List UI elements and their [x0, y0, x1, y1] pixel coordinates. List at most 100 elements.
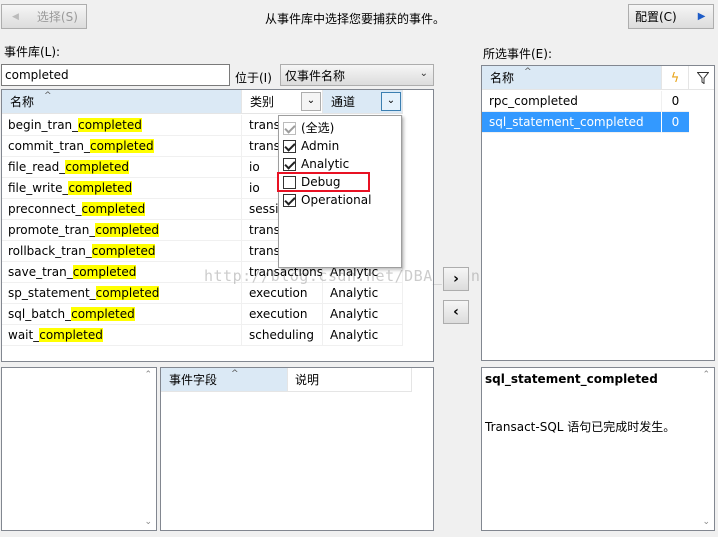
debug-highlight-box	[277, 172, 370, 192]
channel-filter-item[interactable]: (全选)	[283, 119, 334, 137]
toolbar-left-arrow-icon: ◀	[12, 11, 19, 22]
search-match-highlight: completed	[89, 139, 154, 153]
sort-ascending-icon: ^	[44, 91, 52, 101]
chevron-down-icon: ⌄	[419, 68, 428, 79]
chevron-right-icon: ›	[453, 271, 459, 287]
event-channel-cell: Analytic	[323, 304, 403, 325]
table-row[interactable]: sp_statement_completed execution Analytic	[2, 283, 403, 304]
search-match-highlight: completed	[65, 160, 129, 174]
name-column-label: 名称	[10, 95, 35, 109]
search-match-highlight: completed	[39, 328, 103, 342]
event-name-prefix: save_tran_	[8, 265, 73, 279]
channel-filter-item[interactable]: Admin	[283, 137, 339, 155]
selected-events-label: 所选事件(E):	[483, 47, 552, 61]
event-field-column-header[interactable]: 事件字段 ^	[161, 368, 288, 392]
sort-ascending-icon: ^	[524, 67, 532, 77]
table-row[interactable]: sql_batch_completed execution Analytic	[2, 304, 403, 325]
event-name-cell: begin_tran_completed	[2, 115, 242, 136]
name-column-header[interactable]: 名称 ^	[2, 90, 242, 114]
event-name-prefix: begin_tran_	[8, 118, 79, 132]
scroll-up-icon[interactable]: ⌃	[702, 370, 710, 380]
search-match-highlight: completed	[95, 286, 160, 300]
channel-filter-item[interactable]: Operational	[283, 191, 371, 209]
event-search-value: completed	[5, 68, 69, 82]
event-name-prefix: file_read_	[8, 160, 66, 174]
event-name-cell: rollback_tran_completed	[2, 241, 242, 262]
channel-column-header[interactable]: 通道 ⌄	[323, 90, 403, 114]
scroll-up-icon[interactable]: ⌃	[144, 370, 152, 380]
event-name-prefix: wait_	[8, 328, 40, 342]
selected-event-action-count: 0	[662, 112, 689, 133]
event-name-cell: file_write_completed	[2, 178, 242, 199]
selected-event-row[interactable]: rpc_completed 0	[482, 91, 689, 112]
event-details-panel: sql_statement_completed Transact-SQL 语句已…	[481, 367, 715, 531]
event-name-prefix: sql_batch_	[8, 307, 72, 321]
details-description: Transact-SQL 语句已完成时发生。	[485, 420, 676, 434]
event-fields-panel: 事件字段 ^ 说明	[160, 367, 434, 531]
channel-filter-item[interactable]: Analytic	[283, 155, 349, 173]
description-column-header[interactable]: 说明	[288, 368, 412, 392]
checkbox[interactable]	[283, 139, 296, 153]
sort-ascending-icon: ^	[231, 369, 239, 379]
selected-name-column-header[interactable]: 名称 ^	[482, 66, 662, 90]
scroll-down-icon[interactable]: ⌄	[702, 517, 710, 527]
search-match-highlight: completed	[71, 307, 135, 321]
table-row[interactable]: wait_completed scheduling Analytic	[2, 325, 403, 346]
channel-filter-button[interactable]: ⌄	[381, 92, 401, 111]
chevron-down-icon: ⌄	[386, 95, 396, 106]
config-button-label: 配置(C)	[635, 10, 677, 24]
event-search-input[interactable]: completed	[1, 64, 230, 86]
search-match-highlight: completed	[68, 181, 133, 195]
scope-select-value: 仅事件名称	[285, 68, 346, 83]
event-field-column-label: 事件字段	[169, 373, 218, 387]
event-channel-cell: Analytic	[323, 325, 403, 346]
event-name-prefix: promote_tran_	[8, 223, 96, 237]
selected-event-name: sql_statement_completed	[482, 112, 662, 133]
chevron-down-icon: ⌄	[306, 95, 316, 106]
checkbox[interactable]	[283, 121, 296, 135]
selected-event-action-count: 0	[662, 91, 689, 112]
event-description-panel: ⌃ ⌄	[1, 367, 157, 531]
event-name-prefix: sp_statement_	[8, 286, 96, 300]
event-name-cell: promote_tran_completed	[2, 220, 242, 241]
event-channel-cell: Analytic	[323, 283, 403, 304]
search-match-highlight: completed	[95, 223, 160, 237]
checkbox[interactable]	[283, 193, 296, 207]
category-column-header[interactable]: 类别 ⌄	[242, 90, 323, 114]
details-title: sql_statement_completed	[485, 372, 658, 386]
selected-event-row[interactable]: sql_statement_completed 0	[482, 112, 689, 133]
event-name-prefix: file_write_	[8, 181, 69, 195]
channel-filter-label: Analytic	[301, 157, 350, 171]
event-name-cell: commit_tran_completed	[2, 136, 242, 157]
event-name-prefix: preconnect_	[8, 202, 82, 216]
location-label: 位于(I)	[235, 71, 272, 85]
scroll-down-icon[interactable]: ⌄	[144, 517, 152, 527]
description-column-label: 说明	[295, 373, 320, 387]
selected-name-column-label: 名称	[490, 71, 515, 85]
selected-events-grid: 名称 ^ ϟ rpc_completed 0 sql_statement_compl…	[481, 65, 715, 361]
filter-column-header[interactable]	[689, 66, 714, 90]
checkbox[interactable]	[283, 157, 296, 171]
event-name-cell: wait_completed	[2, 325, 242, 346]
actions-column-header[interactable]: ϟ	[662, 66, 689, 90]
channel-filter-label: (全选)	[301, 121, 335, 135]
event-category-cell: execution	[242, 283, 323, 304]
event-name-prefix: commit_tran_	[8, 139, 90, 153]
channel-filter-label: Operational	[301, 193, 372, 207]
event-name-cell: sp_statement_completed	[2, 283, 242, 304]
config-right-arrow-icon: ▶	[697, 11, 706, 22]
channel-column-label: 通道	[331, 95, 356, 109]
event-name-cell: sql_batch_completed	[2, 304, 242, 325]
search-match-highlight: completed	[72, 265, 137, 279]
category-filter-button[interactable]: ⌄	[301, 92, 321, 111]
remove-event-button[interactable]: ‹	[443, 300, 469, 324]
event-name-cell: file_read_completed	[2, 157, 242, 178]
add-event-button[interactable]: ›	[443, 267, 469, 291]
config-button[interactable]: 配置(C) ▶	[628, 4, 714, 29]
select-button[interactable]: ◀ 选择(S)	[1, 4, 87, 29]
search-match-highlight: completed	[81, 202, 146, 216]
event-category-cell: execution	[242, 304, 323, 325]
selected-event-name: rpc_completed	[482, 91, 662, 112]
event-category-cell: scheduling	[242, 325, 323, 346]
scope-select[interactable]: 仅事件名称 ⌄	[280, 64, 434, 86]
